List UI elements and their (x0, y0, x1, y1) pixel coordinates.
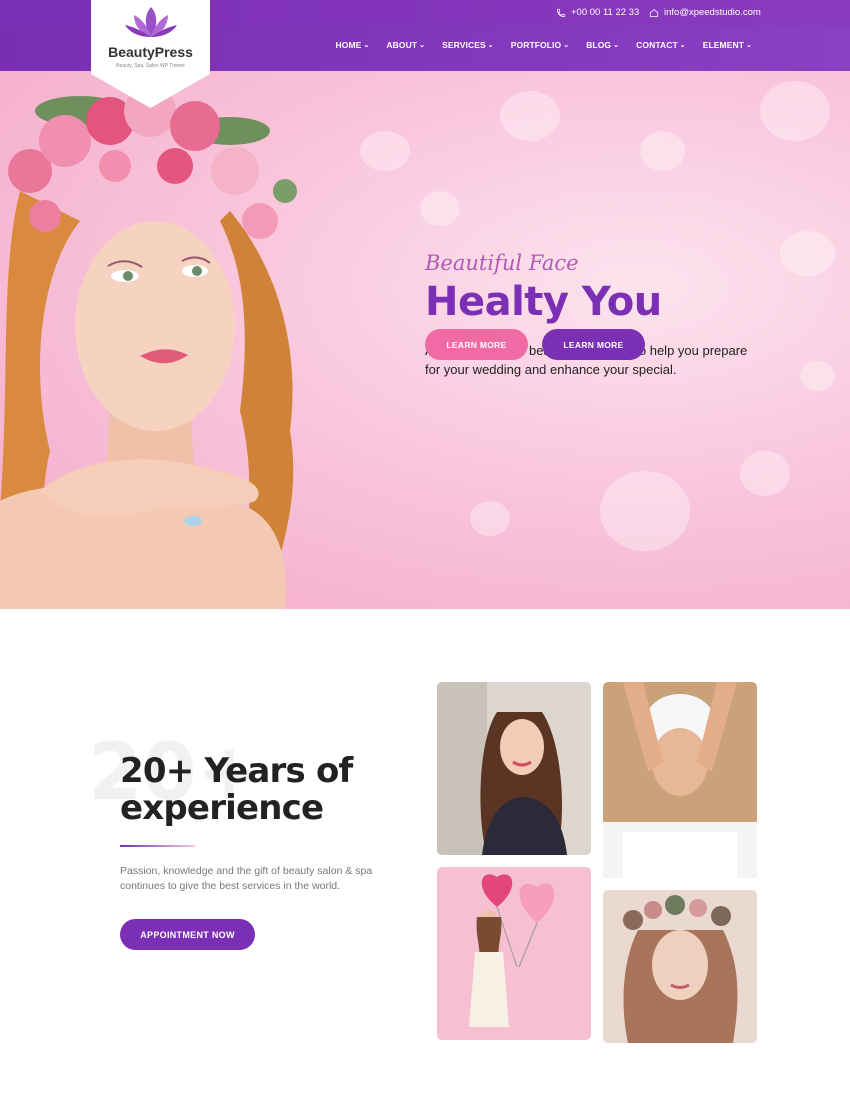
main-nav: HOME ⌄ ABOUT ⌄ SERVICES ⌄ PORTFOLIO ⌄ BLOG ⌄ … (336, 40, 752, 50)
brand-tagline: Beauty, Spa, Salon WP Theme (116, 63, 185, 69)
hero-script-heading: Beautiful Face (425, 251, 579, 275)
home-mail-icon (649, 8, 659, 17)
lotus-icon (125, 7, 177, 37)
experience-description: Passion, knowledge and the gift of beaut… (120, 865, 373, 892)
gallery-photo-balloons (437, 867, 591, 1040)
site-logo[interactable]: BeautyPress Beauty, Spa, Salon WP Theme (91, 0, 210, 108)
chevron-down-icon: ⌄ (487, 41, 494, 49)
chevron-down-icon: ⌄ (363, 41, 370, 49)
chevron-down-icon: ⌄ (563, 41, 570, 49)
hero-title: Healty You (425, 279, 662, 325)
nav-item-home[interactable]: HOME ⌄ (336, 40, 370, 50)
chevron-down-icon: ⌄ (613, 41, 620, 49)
chevron-down-icon: ⌄ (746, 41, 752, 49)
learn-more-button-primary[interactable]: LEARN MORE (425, 329, 528, 360)
nav-item-blog[interactable]: BLOG ⌄ (586, 40, 619, 50)
nav-item-services[interactable]: SERVICES ⌄ (442, 40, 494, 50)
brand-name: BeautyPress (108, 44, 193, 60)
heading-underline (120, 845, 195, 847)
chevron-down-icon: ⌄ (419, 41, 426, 49)
experience-heading: 20+ Years of experience (120, 751, 353, 828)
nav-item-contact[interactable]: CONTACT ⌄ (636, 40, 686, 50)
nav-item-element[interactable]: ELEMENT ⌄ (703, 40, 752, 50)
email-contact[interactable]: info@xpeedstudio.com (649, 7, 761, 18)
phone-contact[interactable]: +00 00 11 22 33 (556, 7, 639, 18)
gallery-photo-spa (603, 682, 757, 878)
learn-more-button-secondary[interactable]: LEARN MORE (542, 329, 645, 360)
phone-icon (556, 8, 566, 17)
gallery-photo-salon (437, 682, 591, 855)
phone-number: +00 00 11 22 33 (571, 7, 640, 18)
nav-item-portfolio[interactable]: PORTFOLIO ⌄ (511, 40, 569, 50)
email-address: info@xpeedstudio.com (664, 7, 761, 18)
gallery-photo-flower-crown (603, 890, 757, 1043)
appointment-button[interactable]: APPOINTMENT NOW (120, 919, 255, 950)
hero-portrait-image (0, 85, 297, 609)
chevron-down-icon: ⌄ (679, 41, 686, 49)
nav-item-about[interactable]: ABOUT ⌄ (386, 40, 425, 50)
